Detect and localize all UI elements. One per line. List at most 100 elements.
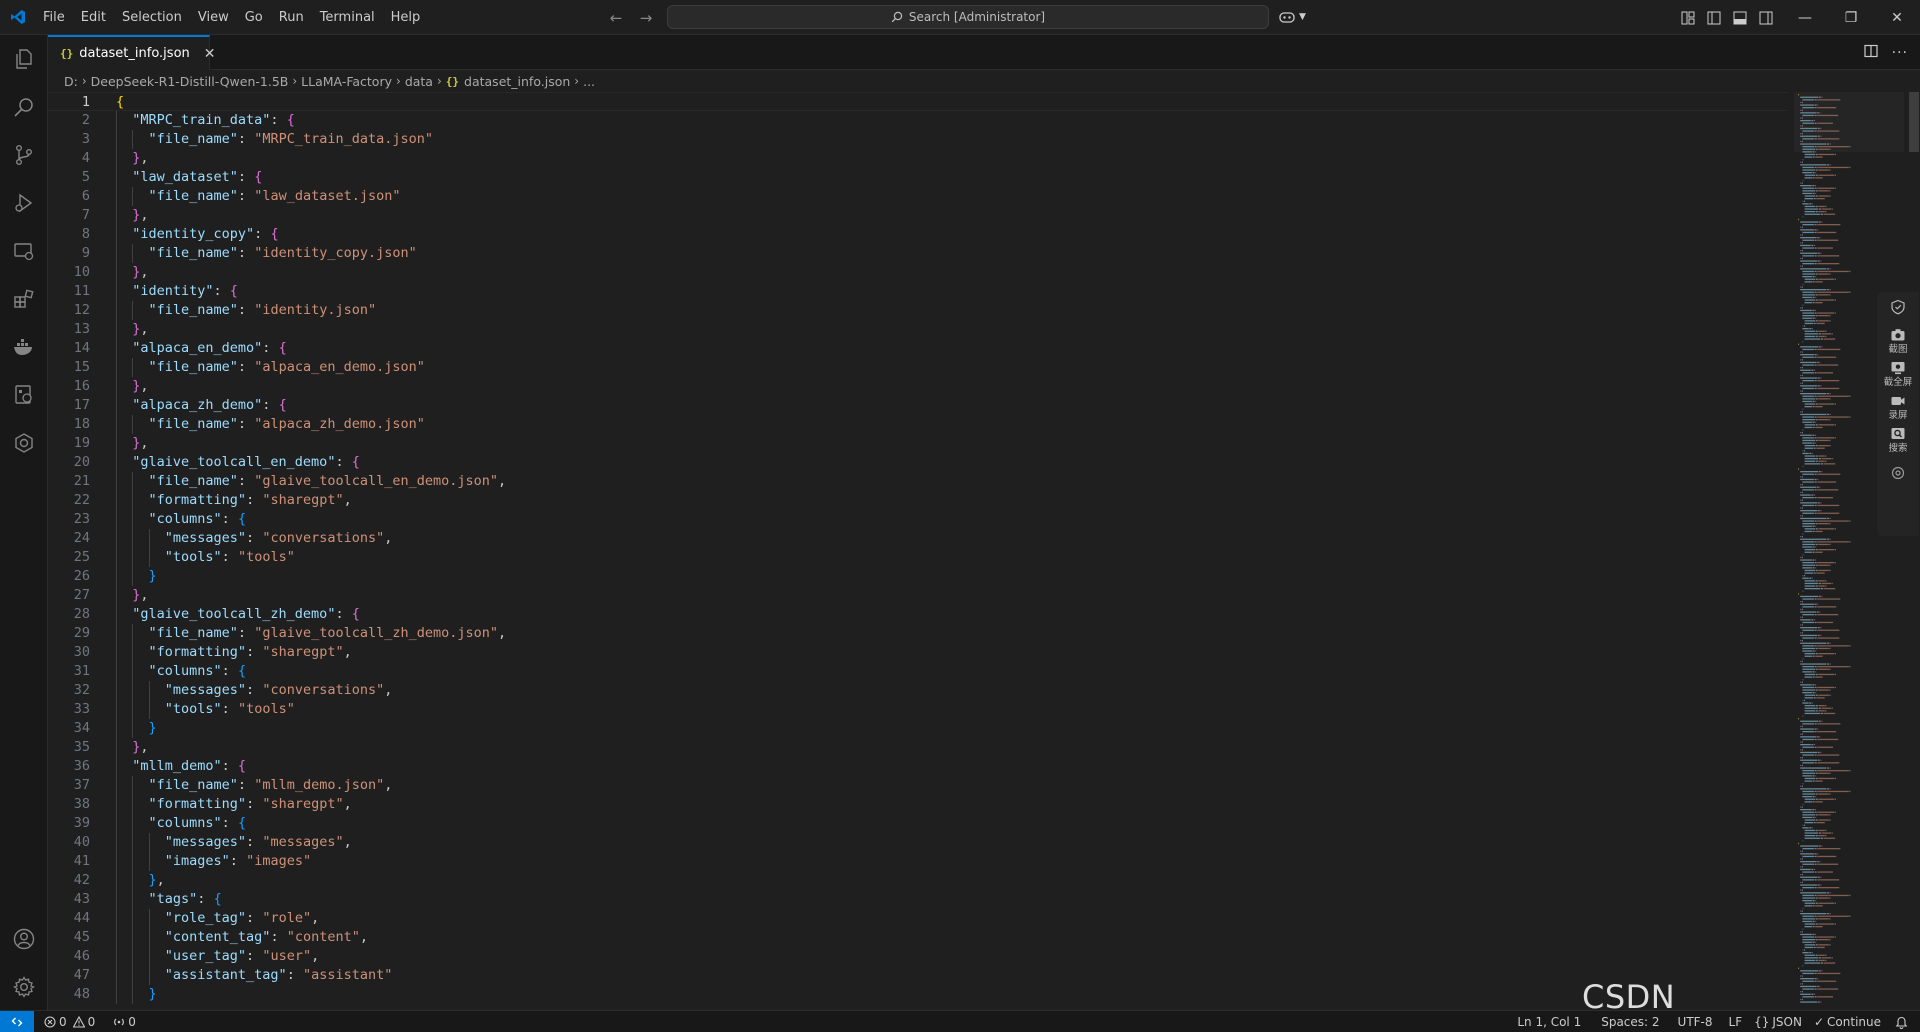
extensions-icon[interactable] [0, 275, 48, 323]
minimap-line [1809, 827, 1812, 829]
screenshot-button[interactable]: 截图 [1888, 326, 1908, 355]
code-token: { [254, 169, 263, 185]
minimap-line [1829, 268, 1831, 270]
menu-terminal[interactable]: Terminal [312, 0, 383, 35]
breadcrumb-drive[interactable]: D: [64, 74, 78, 89]
back-arrow-icon[interactable]: ← [606, 8, 626, 28]
minimap-line [1814, 263, 1817, 265]
settings-gear-icon[interactable] [0, 963, 48, 1011]
minimap-slider[interactable] [1794, 92, 1904, 152]
problems-indicator[interactable]: 0 0 [38, 1011, 101, 1032]
toolbar-settings-button[interactable] [1889, 464, 1907, 482]
menu-file[interactable]: File [35, 0, 73, 35]
minimap-line [1801, 161, 1803, 163]
minimap-line [1802, 671, 1812, 673]
continue-extension[interactable]: ✓ Continue [1808, 1011, 1887, 1032]
breadcrumb-symbols[interactable]: ... [583, 74, 595, 89]
indent-guide [148, 529, 150, 548]
restore-icon[interactable]: ❐ [1828, 0, 1874, 35]
favorite-button[interactable] [1889, 298, 1907, 316]
minimap[interactable] [1794, 92, 1904, 1010]
minimap-line [1800, 624, 1802, 626]
run-debug-icon[interactable] [0, 179, 48, 227]
search-icon[interactable] [0, 83, 48, 131]
minimap-line [1818, 845, 1821, 847]
breadcrumb-file[interactable]: dataset_info.json [464, 74, 570, 89]
menu-edit[interactable]: Edit [73, 0, 114, 35]
minimap-line [1812, 276, 1815, 278]
indentation[interactable]: Spaces: 2 [1595, 1011, 1665, 1032]
fullscreen-capture-button[interactable]: 截全屏 [1884, 359, 1912, 388]
code-line: 28 "glaive_toolcall_zh_demo": { [48, 605, 1788, 624]
code-line: 40 "messages": "messages", [48, 833, 1788, 852]
code-editor[interactable]: 1{2 "MRPC_train_data": {3 "file_name": "MR… [48, 92, 1920, 1010]
record-screen-button[interactable]: 录屏 [1888, 392, 1908, 421]
forward-arrow-icon[interactable]: → [636, 8, 656, 28]
menu-go[interactable]: Go [237, 0, 271, 35]
vertical-scrollbar[interactable] [1906, 92, 1920, 1010]
code-token: : [262, 340, 279, 356]
ports-indicator[interactable]: 0 [107, 1011, 142, 1032]
minimap-line [1800, 390, 1802, 392]
code-token: "formatting" [148, 796, 247, 812]
minimap-line [1804, 528, 1816, 530]
minimap-line [1800, 684, 1812, 686]
minimap-line [1817, 387, 1840, 390]
code-text: }, [132, 434, 148, 453]
toggle-panel-icon[interactable] [1730, 8, 1750, 28]
minimap-line [1816, 611, 1819, 613]
minimize-icon[interactable]: — [1782, 0, 1828, 35]
minimap-line [1802, 863, 1814, 865]
minimap-line [1818, 897, 1829, 899]
minimap-line [1829, 190, 1831, 192]
menu-help[interactable]: Help [383, 0, 429, 35]
cursor-position[interactable]: Ln 1, Col 1 [1511, 1011, 1587, 1032]
remote-indicator-button[interactable] [0, 1010, 34, 1032]
docker-icon[interactable] [0, 323, 48, 371]
ai-assistant-icon[interactable] [0, 419, 48, 467]
code-token: } [148, 568, 157, 584]
remote-containers-icon[interactable] [0, 371, 48, 419]
customize-layout-icon[interactable] [1678, 8, 1698, 28]
minimap-line [1804, 712, 1821, 715]
copilot-button[interactable]: ▼ [1278, 7, 1306, 27]
command-center-search[interactable]: Search [Administrator] [667, 5, 1269, 29]
minimap-line [1829, 273, 1831, 275]
minimap-line [1817, 377, 1820, 379]
line-number: 44 [73, 910, 90, 926]
breadcrumb-folder-data[interactable]: data [405, 74, 433, 89]
close-window-icon[interactable]: ✕ [1874, 0, 1920, 35]
notifications-bell-icon[interactable] [1887, 1011, 1920, 1032]
minimap-line [1817, 380, 1840, 382]
toggle-secondary-sidebar-icon[interactable] [1756, 8, 1776, 28]
code-line: 38 "formatting": "sharegpt", [48, 795, 1788, 814]
minimap-line [1829, 689, 1831, 691]
minimap-line [1804, 569, 1816, 572]
menu-selection[interactable]: Selection [114, 0, 190, 35]
image-search-button[interactable]: 搜索 [1888, 425, 1908, 454]
scrollbar-thumb[interactable] [1909, 92, 1919, 152]
explorer-icon[interactable] [0, 35, 48, 83]
breadcrumb-folder-llama-factory[interactable]: LLaMA-Factory [301, 74, 392, 89]
minimap-line [1834, 549, 1836, 551]
minimap-line [1821, 221, 1823, 223]
tab-dataset-info-json[interactable]: {} dataset_info.json ✕ [48, 35, 216, 70]
code-token: : [237, 245, 255, 261]
minimap-line [1804, 549, 1816, 551]
minimap-line [1818, 455, 1825, 457]
accounts-icon[interactable] [0, 915, 48, 963]
menu-run[interactable]: Run [271, 0, 312, 35]
breadcrumb-folder-model[interactable]: DeepSeek-R1-Distill-Qwen-1.5B [91, 74, 289, 89]
encoding[interactable]: UTF-8 [1672, 1011, 1719, 1032]
toggle-primary-sidebar-icon[interactable] [1704, 8, 1724, 28]
end-of-line[interactable]: LF [1723, 1011, 1749, 1032]
minimap-line [1818, 918, 1829, 920]
language-mode[interactable]: {} JSON [1748, 1011, 1808, 1032]
remote-explorer-icon[interactable] [0, 227, 48, 275]
menu-view[interactable]: View [190, 0, 237, 35]
close-icon[interactable]: ✕ [204, 46, 216, 62]
minimap-line [1801, 725, 1803, 728]
source-control-icon[interactable] [0, 131, 48, 179]
split-editor-icon[interactable] [1864, 44, 1878, 62]
more-actions-icon[interactable]: ··· [1892, 45, 1908, 61]
